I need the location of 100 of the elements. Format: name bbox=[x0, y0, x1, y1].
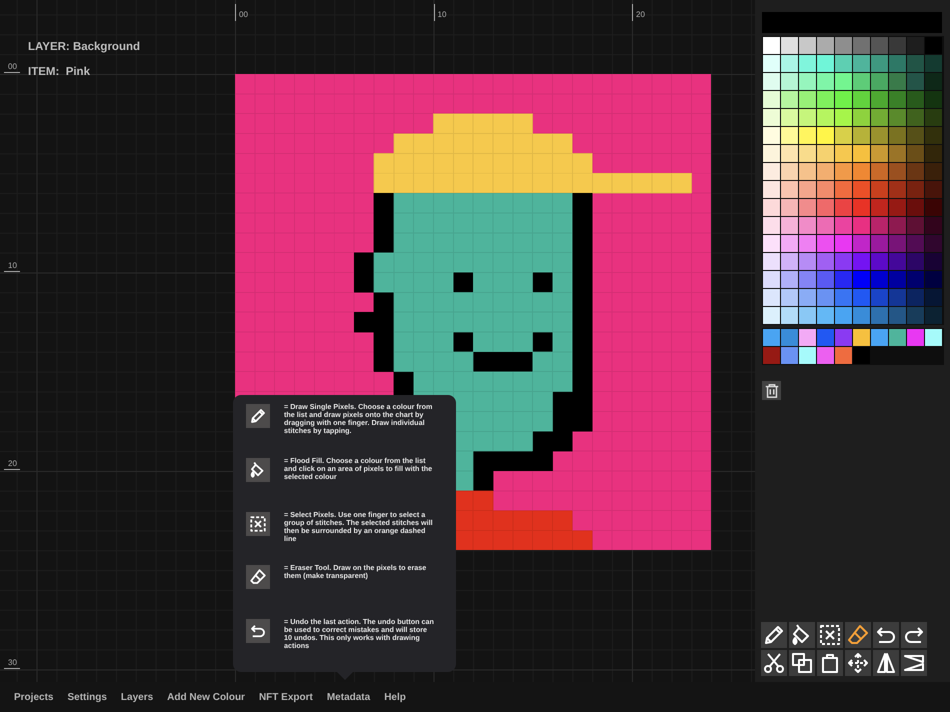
colour-swatch[interactable] bbox=[925, 289, 942, 306]
colour-swatch[interactable] bbox=[889, 199, 906, 216]
colour-swatch[interactable] bbox=[799, 91, 816, 108]
colour-swatch[interactable] bbox=[763, 145, 780, 162]
colour-swatch[interactable] bbox=[763, 347, 780, 364]
pencil-tool-button[interactable] bbox=[761, 622, 787, 648]
colour-swatch[interactable] bbox=[835, 73, 852, 90]
colour-swatch[interactable] bbox=[817, 109, 834, 126]
menu-item[interactable]: Layers bbox=[120, 692, 154, 702]
colour-swatch[interactable] bbox=[907, 217, 924, 234]
scissors-tool-button[interactable] bbox=[761, 650, 787, 676]
colour-swatch[interactable] bbox=[907, 127, 924, 144]
colour-swatch[interactable] bbox=[763, 37, 780, 54]
colour-swatch[interactable] bbox=[871, 109, 888, 126]
colour-swatch[interactable] bbox=[763, 329, 780, 346]
colour-swatch[interactable] bbox=[817, 145, 834, 162]
colour-swatch[interactable] bbox=[799, 271, 816, 288]
colour-swatch[interactable] bbox=[835, 235, 852, 252]
colour-swatch[interactable] bbox=[835, 347, 852, 364]
colour-swatch[interactable] bbox=[907, 199, 924, 216]
redo-tool-button[interactable] bbox=[901, 622, 927, 648]
colour-swatch[interactable] bbox=[799, 329, 816, 346]
colour-swatch[interactable] bbox=[925, 329, 942, 346]
colour-swatch[interactable] bbox=[781, 127, 798, 144]
colour-swatch[interactable] bbox=[799, 181, 816, 198]
colour-swatch[interactable] bbox=[853, 289, 870, 306]
colour-swatch[interactable] bbox=[817, 253, 834, 270]
colour-swatch[interactable] bbox=[925, 145, 942, 162]
colour-swatch[interactable] bbox=[907, 145, 924, 162]
colour-swatch[interactable] bbox=[835, 127, 852, 144]
colour-swatch[interactable] bbox=[907, 91, 924, 108]
undo-tool-button[interactable] bbox=[873, 622, 899, 648]
colour-swatch[interactable] bbox=[835, 271, 852, 288]
colour-swatch[interactable] bbox=[871, 289, 888, 306]
copy-tool-button[interactable] bbox=[789, 650, 815, 676]
colour-swatch[interactable] bbox=[817, 289, 834, 306]
colour-swatch[interactable] bbox=[781, 289, 798, 306]
colour-swatch[interactable] bbox=[799, 307, 816, 324]
colour-swatch[interactable] bbox=[889, 145, 906, 162]
colour-swatch[interactable] bbox=[799, 163, 816, 180]
colour-swatch[interactable] bbox=[889, 127, 906, 144]
colour-swatch[interactable] bbox=[799, 55, 816, 72]
colour-swatch[interactable] bbox=[925, 253, 942, 270]
colour-swatch[interactable] bbox=[889, 91, 906, 108]
colour-swatch[interactable] bbox=[907, 109, 924, 126]
colour-swatch[interactable] bbox=[817, 329, 834, 346]
colour-swatch[interactable] bbox=[871, 55, 888, 72]
colour-swatch[interactable] bbox=[817, 163, 834, 180]
colour-swatch[interactable] bbox=[781, 73, 798, 90]
colour-swatch[interactable] bbox=[799, 217, 816, 234]
menu-item[interactable]: Metadata bbox=[326, 692, 370, 702]
colour-swatch[interactable] bbox=[853, 307, 870, 324]
move-tool-button[interactable] bbox=[845, 650, 871, 676]
colour-swatch[interactable] bbox=[871, 163, 888, 180]
colour-swatch[interactable] bbox=[907, 55, 924, 72]
colour-swatch[interactable] bbox=[853, 347, 870, 364]
colour-swatch[interactable] bbox=[835, 109, 852, 126]
colour-swatch[interactable] bbox=[799, 289, 816, 306]
colour-swatch[interactable] bbox=[889, 163, 906, 180]
menu-item[interactable]: Settings bbox=[67, 692, 107, 702]
colour-swatch[interactable] bbox=[925, 37, 942, 54]
colour-swatch[interactable] bbox=[907, 289, 924, 306]
colour-swatch[interactable] bbox=[925, 127, 942, 144]
eraser-tool-button[interactable] bbox=[845, 622, 871, 648]
colour-swatch[interactable] bbox=[907, 181, 924, 198]
colour-swatch[interactable] bbox=[817, 199, 834, 216]
colour-swatch[interactable] bbox=[763, 109, 780, 126]
colour-swatch[interactable] bbox=[889, 73, 906, 90]
colour-swatch[interactable] bbox=[925, 235, 942, 252]
colour-swatch[interactable] bbox=[889, 307, 906, 324]
colour-swatch[interactable] bbox=[925, 163, 942, 180]
colour-swatch[interactable] bbox=[817, 91, 834, 108]
colour-swatch[interactable] bbox=[853, 253, 870, 270]
colour-swatch[interactable] bbox=[907, 163, 924, 180]
colour-swatch[interactable] bbox=[907, 73, 924, 90]
colour-swatch[interactable] bbox=[799, 347, 816, 364]
menu-item[interactable]: Projects bbox=[14, 692, 54, 702]
colour-swatch[interactable] bbox=[907, 253, 924, 270]
colour-swatch[interactable] bbox=[781, 253, 798, 270]
colour-swatch[interactable] bbox=[799, 37, 816, 54]
colour-swatch[interactable] bbox=[871, 181, 888, 198]
colour-swatch[interactable] bbox=[817, 347, 834, 364]
colour-swatch[interactable] bbox=[889, 55, 906, 72]
colour-swatch[interactable] bbox=[925, 181, 942, 198]
colour-swatch[interactable] bbox=[781, 217, 798, 234]
colour-swatch[interactable] bbox=[781, 199, 798, 216]
colour-swatch[interactable] bbox=[871, 91, 888, 108]
paste-tool-button[interactable] bbox=[817, 650, 843, 676]
colour-swatch[interactable] bbox=[781, 347, 798, 364]
colour-swatch[interactable] bbox=[763, 235, 780, 252]
colour-swatch[interactable] bbox=[853, 91, 870, 108]
trash-button[interactable] bbox=[762, 381, 781, 400]
colour-swatch[interactable] bbox=[835, 253, 852, 270]
colour-swatch[interactable] bbox=[763, 253, 780, 270]
colour-swatch[interactable] bbox=[925, 55, 942, 72]
colour-swatch[interactable] bbox=[799, 253, 816, 270]
colour-swatch[interactable] bbox=[781, 235, 798, 252]
colour-swatch[interactable] bbox=[925, 73, 942, 90]
colour-swatch[interactable] bbox=[925, 91, 942, 108]
colour-swatch[interactable] bbox=[889, 235, 906, 252]
